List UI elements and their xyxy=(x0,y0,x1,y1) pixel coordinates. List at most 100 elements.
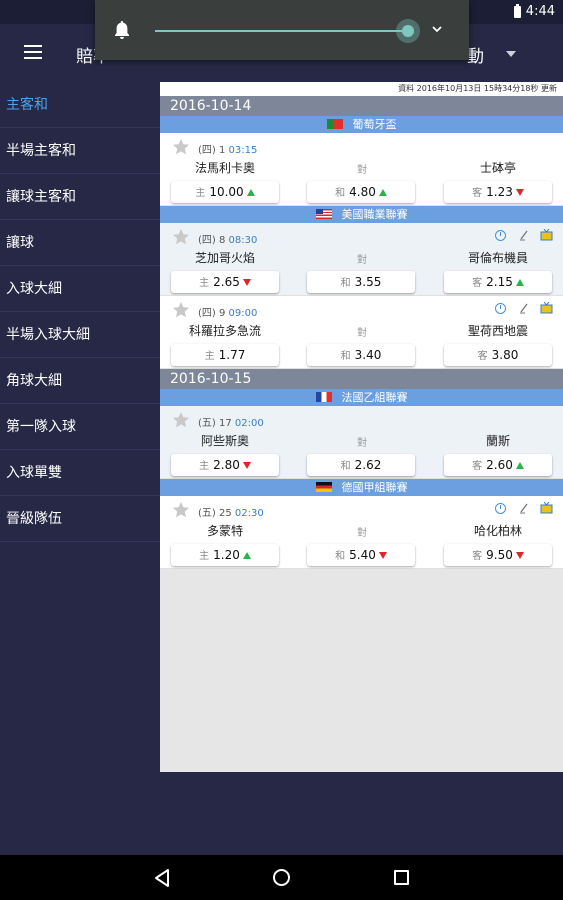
bell-icon[interactable] xyxy=(113,20,131,40)
star-icon[interactable] xyxy=(172,301,190,319)
volume-slider-thumb[interactable] xyxy=(402,25,414,37)
status-time: 4:44 xyxy=(525,4,555,19)
away-odds-button[interactable]: 客 2.60 xyxy=(444,454,552,476)
match-row[interactable]: (四) 1 03:15 法馬利卡奧 對 士砵亭 主 10.00 和 4.80 客 1.… xyxy=(160,133,563,206)
away-team: 蘭斯 xyxy=(485,434,510,448)
trend-down-icon xyxy=(378,552,387,559)
league-header: 德國甲組聯賽 xyxy=(160,479,563,496)
sidebar: 主客和 半場主客和 讓球主客和 讓球 入球大細 半場入球大細 角球大細 第一隊入… xyxy=(0,82,160,542)
trend-up-icon xyxy=(242,552,251,559)
away-odds-button[interactable]: 客 2.15 xyxy=(444,271,552,293)
volume-slider[interactable] xyxy=(155,30,409,32)
tv-icon[interactable] xyxy=(540,502,553,514)
sidebar-item-home-draw-away[interactable]: 主客和 xyxy=(0,82,160,128)
home-team: 法馬利卡奧 xyxy=(194,161,255,175)
last-updated-text: 資料 2016年10月13日 15時34分18秒 更新 xyxy=(160,82,563,96)
league-name: 美國職業聯賽 xyxy=(341,208,408,221)
pencil-icon[interactable] xyxy=(519,502,529,514)
date-header: 2016-10-14 xyxy=(160,96,563,116)
match-row[interactable]: (五) 17 02:00 阿些斯奧 對 蘭斯 主 2.80 和 2.62 客 2.60 xyxy=(160,406,563,479)
league-name: 德國甲組聯賽 xyxy=(341,481,408,494)
sidebar-item-odd-even[interactable]: 入球單雙 xyxy=(0,450,160,496)
match-row[interactable]: (四) 9 09:00 科羅拉多急流 對 聖荷西地震 主 1.77 和 3.40 客… xyxy=(160,296,563,369)
home-icon[interactable] xyxy=(273,869,290,886)
pencil-icon[interactable] xyxy=(519,302,529,314)
trend-down-icon xyxy=(242,462,251,469)
match-info: (四) 1 03:15 xyxy=(198,145,258,156)
away-team: 士砵亭 xyxy=(479,161,516,175)
league-name: 法國乙組聯賽 xyxy=(341,391,408,404)
league-header: 葡萄牙盃 xyxy=(160,116,563,133)
sidebar-item-to-qualify[interactable]: 晉級隊伍 xyxy=(0,496,160,542)
home-odds-button[interactable]: 主 1.20 xyxy=(171,544,279,566)
away-team: 聖荷西地震 xyxy=(467,324,528,338)
germany-flag-icon xyxy=(315,482,332,492)
usa-flag-icon xyxy=(315,209,332,219)
match-info: (五) 17 02:00 xyxy=(198,418,264,429)
star-icon[interactable] xyxy=(172,501,190,519)
draw-odds-button[interactable]: 和 3.55 xyxy=(307,271,415,293)
league-header: 美國職業聯賽 xyxy=(160,206,563,223)
away-odds-button[interactable]: 客 1.23 xyxy=(444,181,552,203)
trend-up-icon xyxy=(246,189,255,196)
sidebar-item-hilo[interactable]: 入球大細 xyxy=(0,266,160,312)
draw-odds-button[interactable]: 和 5.40 xyxy=(307,544,415,566)
vs-label: 對 xyxy=(357,255,367,266)
volume-panel xyxy=(95,0,469,60)
clock-icon[interactable] xyxy=(495,503,506,514)
odds-panel[interactable]: 資料 2016年10月13日 15時34分18秒 更新 2016-10-14 葡… xyxy=(160,82,563,772)
home-team: 多蒙特 xyxy=(206,524,243,538)
home-team: 阿些斯奧 xyxy=(200,434,249,448)
recent-apps-icon[interactable] xyxy=(394,870,409,885)
pencil-icon[interactable] xyxy=(519,229,529,241)
france-flag-icon xyxy=(315,392,332,402)
away-team: 哥倫布機員 xyxy=(467,251,528,265)
home-team: 芝加哥火焰 xyxy=(194,251,255,265)
star-icon[interactable] xyxy=(172,228,190,246)
tv-icon[interactable] xyxy=(540,229,553,241)
home-odds-button[interactable]: 主 2.80 xyxy=(171,454,279,476)
home-odds-button[interactable]: 主 10.00 xyxy=(171,181,279,203)
vs-label: 對 xyxy=(357,528,367,539)
back-icon[interactable] xyxy=(153,868,171,888)
clock-icon[interactable] xyxy=(495,230,506,241)
clock-icon[interactable] xyxy=(495,303,506,314)
match-info: (四) 9 09:00 xyxy=(198,308,258,319)
sidebar-item-half-time-hilo[interactable]: 半場入球大細 xyxy=(0,312,160,358)
tv-icon[interactable] xyxy=(540,302,553,314)
league-name: 葡萄牙盃 xyxy=(352,118,397,131)
star-icon[interactable] xyxy=(172,138,190,156)
battery-icon xyxy=(514,4,521,18)
away-team: 哈化柏林 xyxy=(473,524,522,538)
draw-odds-button[interactable]: 和 4.80 xyxy=(307,181,415,203)
date-header: 2016-10-15 xyxy=(160,369,563,389)
portugal-flag-icon xyxy=(326,119,343,129)
sidebar-item-first-team-score[interactable]: 第一隊入球 xyxy=(0,404,160,450)
menu-icon[interactable] xyxy=(24,45,42,59)
sidebar-item-handicap-hda[interactable]: 讓球主客和 xyxy=(0,174,160,220)
chevron-down-icon[interactable] xyxy=(432,24,442,34)
trend-down-icon xyxy=(515,189,524,196)
draw-odds-button[interactable]: 和 2.62 xyxy=(307,454,415,476)
sidebar-item-handicap[interactable]: 讓球 xyxy=(0,220,160,266)
home-team: 科羅拉多急流 xyxy=(188,324,261,338)
away-odds-button[interactable]: 客 9.50 xyxy=(444,544,552,566)
dropdown-caret-icon[interactable] xyxy=(506,51,516,57)
draw-odds-button[interactable]: 和 3.40 xyxy=(307,344,415,366)
system-nav-bar xyxy=(0,855,563,900)
trend-up-icon xyxy=(515,279,524,286)
trend-up-icon xyxy=(378,189,387,196)
home-odds-button[interactable]: 主 2.65 xyxy=(171,271,279,293)
match-row[interactable]: (五) 25 02:30 多蒙特 對 哈化柏林 主 1.20 和 5.40 客 9.5… xyxy=(160,496,563,569)
trend-down-icon xyxy=(242,279,251,286)
match-info: (五) 25 02:30 xyxy=(198,508,264,519)
vs-label: 對 xyxy=(357,438,367,449)
header-right-label[interactable]: 動 xyxy=(467,42,484,67)
match-row[interactable]: (四) 8 08:30 芝加哥火焰 對 哥倫布機員 主 2.65 和 3.55 客2… xyxy=(160,223,563,296)
league-header: 法國乙組聯賽 xyxy=(160,389,563,406)
star-icon[interactable] xyxy=(172,411,190,429)
away-odds-button[interactable]: 客 3.80 xyxy=(444,344,552,366)
sidebar-item-half-time-hda[interactable]: 半場主客和 xyxy=(0,128,160,174)
home-odds-button[interactable]: 主 1.77 xyxy=(171,344,279,366)
sidebar-item-corner-hilo[interactable]: 角球大細 xyxy=(0,358,160,404)
